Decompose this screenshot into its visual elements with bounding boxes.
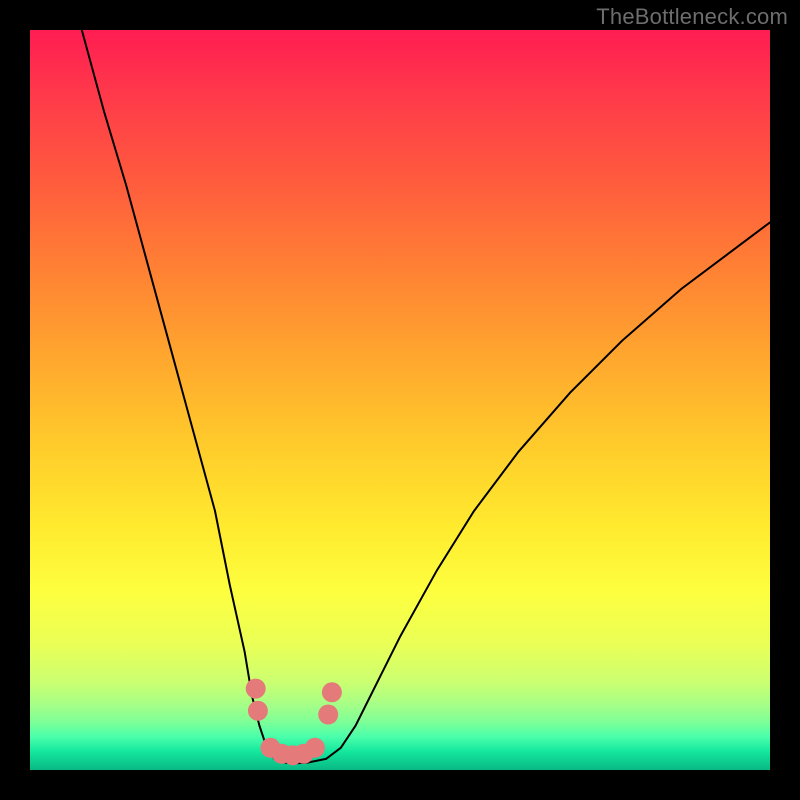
curve-left-branch	[82, 30, 326, 763]
plot-area	[30, 30, 770, 770]
chart-svg	[30, 30, 770, 770]
valley-marker-dot	[318, 705, 338, 725]
watermark-label: TheBottleneck.com	[596, 4, 788, 30]
chart-frame: TheBottleneck.com	[0, 0, 800, 800]
curve-right-path	[326, 222, 770, 759]
valley-marker-dot	[305, 738, 325, 758]
valley-markers	[246, 679, 342, 766]
curve-right-branch	[326, 222, 770, 759]
valley-marker-dot	[322, 682, 342, 702]
valley-marker-dot	[246, 679, 266, 699]
curve-left-path	[82, 30, 326, 763]
valley-marker-dot	[248, 701, 268, 721]
